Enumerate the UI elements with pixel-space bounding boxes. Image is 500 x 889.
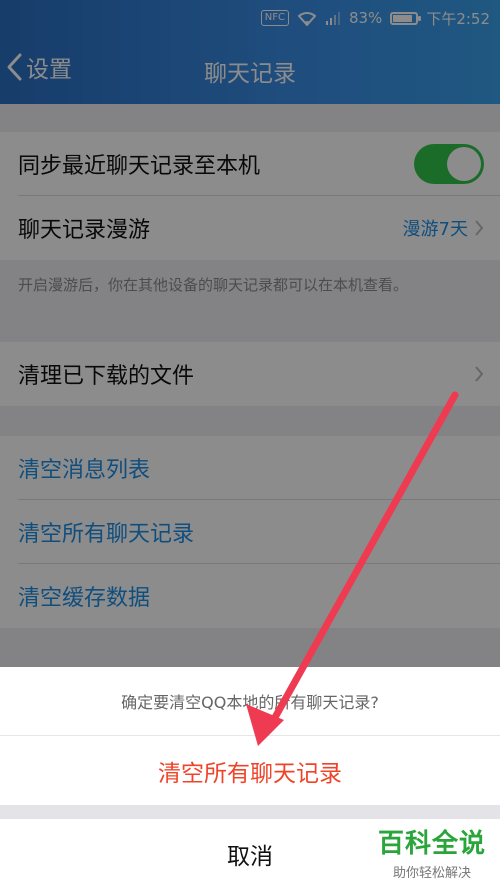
confirm-clear-button[interactable]: 清空所有聊天记录 xyxy=(0,736,500,805)
sheet-gap xyxy=(0,805,500,819)
watermark-subtitle: 助你轻松解决 xyxy=(392,866,471,881)
watermark-logo: 百科全说 助你轻松解决 xyxy=(378,823,486,881)
dialog-message: 确定要清空QQ本地的所有聊天记录? xyxy=(0,667,500,736)
action-sheet-panel: 确定要清空QQ本地的所有聊天记录? 清空所有聊天记录 xyxy=(0,667,500,805)
watermark-title: 百科全说 xyxy=(377,829,486,859)
